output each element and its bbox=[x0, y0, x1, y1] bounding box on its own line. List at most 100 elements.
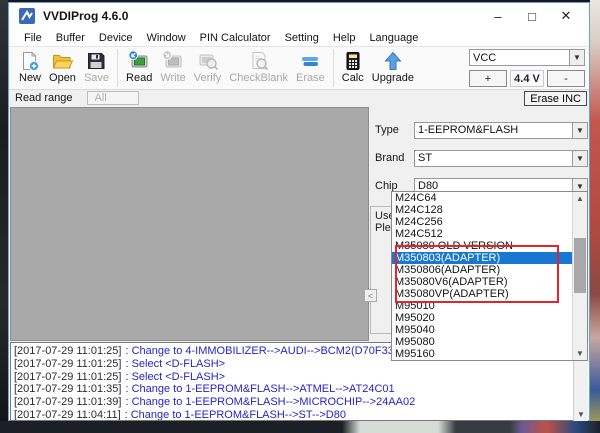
menu-item-language[interactable]: Language bbox=[362, 32, 425, 44]
type-select[interactable]: 1-EEPROM&FLASH ▼ bbox=[414, 122, 588, 139]
menu-item-buffer[interactable]: Buffer bbox=[49, 32, 92, 44]
app-window: VVDIProg 4.6.0 – □ ✕ File Buffer Device … bbox=[8, 2, 590, 421]
toolbar-button-label: Verify bbox=[194, 72, 222, 84]
dropdown-scrollbar[interactable]: ▲ ▼ bbox=[572, 192, 587, 360]
log-timestamp: [2017-07-29 11:01:25] bbox=[14, 358, 121, 370]
brand-select-value: ST bbox=[415, 152, 572, 164]
menu-item-help[interactable]: Help bbox=[326, 32, 363, 44]
toolbar-button-label: Read bbox=[126, 72, 152, 84]
erase-icon bbox=[299, 50, 321, 72]
toolbar-button-label: Erase bbox=[296, 72, 325, 84]
log-timestamp: [2017-07-29 11:01:25] bbox=[14, 345, 121, 357]
log-timestamp: [2017-07-29 11:04:11] bbox=[14, 409, 121, 421]
read-range-label: Read range bbox=[15, 92, 73, 104]
checkblank-icon bbox=[248, 50, 270, 72]
menubar: File Buffer Device Window PIN Calculator… bbox=[9, 29, 589, 46]
toolbar-new-button[interactable]: New bbox=[15, 49, 45, 85]
close-button[interactable]: ✕ bbox=[549, 8, 583, 24]
chip-option[interactable]: M95080 bbox=[392, 336, 572, 348]
menu-item-device[interactable]: Device bbox=[92, 32, 140, 44]
desktop-background-left bbox=[0, 0, 8, 433]
toolbar-verify-button[interactable]: Verify bbox=[190, 49, 226, 85]
toolbar-open-button[interactable]: Open bbox=[45, 49, 80, 85]
titlebar: VVDIProg 4.6.0 – □ ✕ bbox=[9, 3, 589, 29]
voltage-value: 4.4 V bbox=[510, 70, 544, 87]
brand-label: Brand bbox=[375, 152, 414, 164]
scroll-up-button[interactable]: ▲ bbox=[573, 192, 587, 205]
new-file-icon bbox=[19, 50, 41, 72]
hex-data-view bbox=[10, 107, 369, 341]
log-line: [2017-07-29 11:01:39] : Change to 1-EEPRO… bbox=[14, 396, 571, 409]
toolbar-button-label: CheckBlank bbox=[229, 72, 288, 84]
toolbar-button-label: Save bbox=[84, 72, 109, 84]
log-message: : Change to 1-EEPROM&FLASH-->MICROCHIP--… bbox=[125, 396, 415, 408]
brand-select[interactable]: ST ▼ bbox=[414, 150, 588, 167]
menu-item-setting[interactable]: Setting bbox=[278, 32, 326, 44]
vcc-select-value: VCC bbox=[470, 52, 569, 64]
read-range-input[interactable]: All bbox=[87, 91, 139, 105]
read-chip-icon bbox=[128, 50, 150, 72]
vcc-controls: VCC ▼ + 4.4 V - bbox=[469, 49, 585, 87]
chip-option[interactable]: M24C128 bbox=[392, 204, 572, 216]
read-range-row: Read range All Erase INC bbox=[9, 89, 589, 106]
toolbar-upgrade-button[interactable]: Upgrade bbox=[368, 49, 418, 85]
menu-item-file[interactable]: File bbox=[17, 32, 49, 44]
toolbar-button-label: New bbox=[19, 72, 41, 84]
menu-item-pin-calculator[interactable]: PIN Calculator bbox=[193, 32, 278, 44]
scroll-left-button[interactable]: < bbox=[364, 289, 377, 302]
chevron-down-icon[interactable]: ▼ bbox=[572, 151, 587, 166]
toolbar-button-label: Calc bbox=[342, 72, 364, 84]
type-select-value: 1-EEPROM&FLASH bbox=[415, 124, 572, 136]
window-title: VVDIProg 4.6.0 bbox=[43, 9, 128, 23]
log-timestamp: [2017-07-29 11:01:39] bbox=[14, 396, 121, 408]
toolbar-button-label: Upgrade bbox=[372, 72, 414, 84]
toolbar: New Open Save Read Write Verify CheckBla… bbox=[9, 46, 589, 89]
adapter-highlight-box bbox=[395, 245, 559, 303]
toolbar-checkblank-button[interactable]: CheckBlank bbox=[225, 49, 292, 85]
log-timestamp: [2017-07-29 11:01:35] bbox=[14, 383, 121, 395]
app-logo-icon bbox=[19, 8, 35, 24]
calc-icon bbox=[342, 50, 364, 72]
toolbar-erase-button[interactable]: Erase bbox=[292, 49, 329, 85]
chip-option[interactable]: M24C64 bbox=[392, 192, 572, 204]
scroll-down-button[interactable]: ▼ bbox=[573, 347, 587, 360]
chip-option[interactable]: M95020 bbox=[392, 312, 572, 324]
toolbar-separator bbox=[117, 49, 118, 87]
toolbar-separator bbox=[333, 49, 334, 87]
log-timestamp: [2017-07-29 11:01:25] bbox=[14, 371, 121, 383]
desktop-background-right bbox=[590, 0, 600, 433]
erase-inc-button[interactable]: Erase INC bbox=[524, 91, 587, 106]
log-message: : Change to 1-EEPROM&FLASH-->ATMEL-->AT2… bbox=[125, 383, 394, 395]
voltage-minus-button[interactable]: - bbox=[547, 70, 585, 87]
log-line: [2017-07-29 11:01:25] : Select <D-FLASH> bbox=[14, 371, 571, 384]
log-message: : Select <D-FLASH> bbox=[125, 371, 225, 383]
chip-option[interactable]: M24C512 bbox=[392, 228, 572, 240]
log-message: : Change to 1-EEPROM&FLASH-->ST-->D80 bbox=[125, 409, 346, 421]
toolbar-calc-button[interactable]: Calc bbox=[338, 49, 368, 85]
verify-icon bbox=[197, 50, 219, 72]
voltage-plus-button[interactable]: + bbox=[469, 70, 507, 87]
type-label: Type bbox=[375, 124, 414, 136]
minimize-button[interactable]: – bbox=[481, 9, 515, 24]
maximize-button[interactable]: □ bbox=[515, 9, 549, 24]
log-line: [2017-07-29 11:01:35] : Change to 1-EEPRO… bbox=[14, 383, 571, 396]
toolbar-read-button[interactable]: Read bbox=[122, 49, 156, 85]
toolbar-button-label: Open bbox=[49, 72, 76, 84]
log-message: : Select <D-FLASH> bbox=[125, 358, 225, 370]
toolbar-write-button[interactable]: Write bbox=[156, 49, 189, 85]
vcc-select[interactable]: VCC ▼ bbox=[469, 49, 585, 66]
chevron-down-icon[interactable]: ▼ bbox=[572, 123, 587, 138]
save-icon bbox=[85, 50, 107, 72]
upgrade-arrow-icon bbox=[382, 50, 404, 72]
chip-option[interactable]: M95040 bbox=[392, 324, 572, 336]
log-scroll-down-button[interactable]: ▼ bbox=[574, 408, 588, 421]
log-line: [2017-07-29 11:04:11] : Change to 1-EEPRO… bbox=[14, 409, 571, 421]
chip-option[interactable]: M95160 bbox=[392, 348, 572, 360]
toolbar-save-button[interactable]: Save bbox=[80, 49, 113, 85]
desktop-background-bottom bbox=[0, 421, 600, 433]
open-folder-icon bbox=[51, 50, 73, 72]
scrollbar-thumb[interactable] bbox=[574, 238, 586, 293]
chevron-down-icon[interactable]: ▼ bbox=[569, 50, 584, 65]
chip-option[interactable]: M24C256 bbox=[392, 216, 572, 228]
menu-item-window[interactable]: Window bbox=[140, 32, 193, 44]
